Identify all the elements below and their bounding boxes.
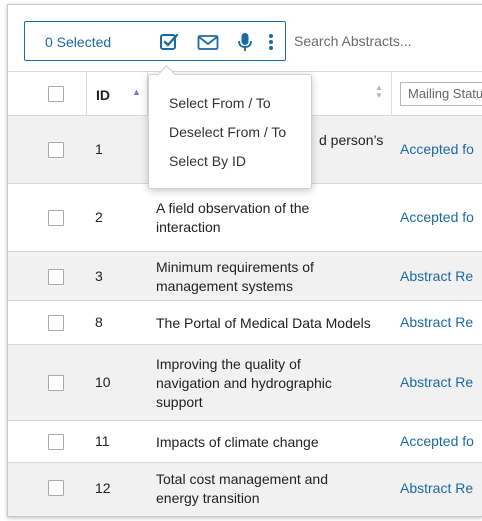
table-row[interactable]: 11 Impacts of climate change Accepted fo: [8, 421, 482, 463]
row-id: 11: [95, 433, 110, 449]
row-title-line: Total cost management and: [156, 471, 328, 487]
row-status-link[interactable]: Accepted fo: [400, 209, 474, 225]
row-id: 3: [95, 268, 103, 284]
select-all-checkbox[interactable]: [48, 86, 64, 102]
row-title: d person’s: [319, 132, 384, 148]
row-id: 10: [95, 374, 111, 390]
selection-toolbar: 0 Selected: [24, 21, 286, 61]
mail-icon[interactable]: [197, 32, 219, 52]
row-title: The Portal of Medical Data Models: [156, 315, 371, 331]
row-title: Total cost management and energy transit…: [156, 470, 386, 508]
row-title-line: navigation and hydrographic: [156, 375, 332, 391]
abstracts-panel: 0 Selected Search Abstracts... ID ▲ ▲ ▼ …: [7, 4, 482, 517]
row-title-line: energy transition: [156, 490, 260, 506]
row-title-line: interaction: [156, 219, 221, 235]
column-divider: [391, 72, 392, 115]
mailing-status-filter[interactable]: Mailing Status: [400, 82, 482, 106]
table-row[interactable]: 10 Improving the quality of navigation a…: [8, 345, 482, 421]
row-title-line: Minimum requirements of: [156, 259, 314, 275]
row-checkbox[interactable]: [48, 434, 64, 450]
table-row[interactable]: 12 Total cost management and energy tran…: [8, 463, 482, 516]
table-row[interactable]: 2 A field observation of the interaction…: [8, 184, 482, 252]
row-id: 2: [95, 209, 103, 225]
row-title: A field observation of the interaction: [156, 199, 386, 237]
column-divider: [86, 72, 87, 115]
sort-ascending-icon[interactable]: ▲: [132, 87, 141, 97]
row-title-line: Improving the quality of: [156, 356, 301, 372]
row-checkbox[interactable]: [48, 269, 64, 285]
search-input[interactable]: [290, 21, 482, 61]
menu-item-select-from-to[interactable]: Select From / To: [169, 95, 271, 111]
row-title-line: A field observation of the: [156, 200, 310, 216]
row-status-link[interactable]: Accepted fo: [400, 141, 474, 157]
row-id: 12: [95, 480, 111, 496]
row-status-link[interactable]: Abstract Re: [400, 314, 473, 330]
column-header-id[interactable]: ID: [96, 87, 110, 103]
table-row[interactable]: 8 The Portal of Medical Data Models Abst…: [8, 301, 482, 345]
menu-item-select-by-id[interactable]: Select By ID: [169, 153, 246, 169]
row-title: Improving the quality of navigation and …: [156, 355, 386, 412]
row-title-line: support: [156, 394, 203, 410]
row-status-link[interactable]: Accepted fo: [400, 433, 474, 449]
row-id: 8: [95, 314, 103, 330]
row-title: Impacts of climate change: [156, 434, 319, 450]
sort-icon[interactable]: ▲ ▼: [375, 84, 383, 100]
row-id: 1: [95, 141, 103, 157]
row-checkbox[interactable]: [48, 315, 64, 331]
microphone-icon[interactable]: [235, 32, 255, 52]
row-checkbox[interactable]: [48, 210, 64, 226]
row-checkbox[interactable]: [48, 142, 64, 158]
row-status-link[interactable]: Abstract Re: [400, 480, 473, 496]
table-row[interactable]: 3 Minimum requirements of management sys…: [8, 252, 482, 301]
more-vertical-icon[interactable]: [265, 32, 277, 52]
row-status-link[interactable]: Abstract Re: [400, 374, 473, 390]
selected-count[interactable]: 0 Selected: [45, 34, 111, 50]
row-status-link[interactable]: Abstract Re: [400, 268, 473, 284]
row-checkbox[interactable]: [48, 375, 64, 391]
menu-item-deselect-from-to[interactable]: Deselect From / To: [169, 124, 286, 140]
checkbox-check-icon[interactable]: [159, 32, 179, 52]
selection-dropdown-menu: Select From / To Deselect From / To Sele…: [148, 74, 312, 189]
row-title: Minimum requirements of management syste…: [156, 258, 386, 296]
row-checkbox[interactable]: [48, 480, 64, 496]
row-title-line: management systems: [156, 278, 293, 294]
